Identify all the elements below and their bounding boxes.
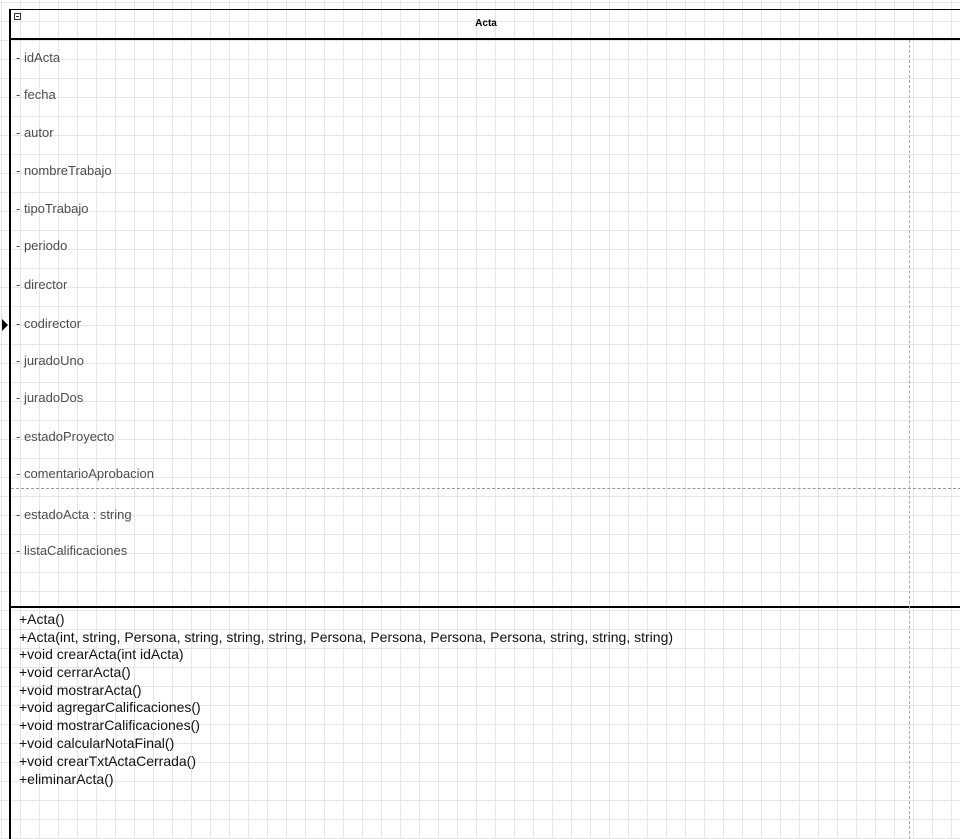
- method-item[interactable]: +void mostrarActa(): [19, 682, 142, 698]
- attribute-item[interactable]: - nombreTrabajo: [16, 163, 112, 178]
- method-item[interactable]: +void agregarCalificaciones(): [19, 699, 201, 715]
- attribute-item[interactable]: - juradoUno: [16, 353, 84, 368]
- attribute-item[interactable]: - periodo: [16, 238, 67, 253]
- method-item[interactable]: +void crearActa(int idActa): [19, 646, 184, 662]
- attribute-item[interactable]: - codirector: [16, 316, 81, 331]
- connection-marker-icon: [2, 319, 8, 331]
- method-item[interactable]: +eliminarActa(): [19, 771, 114, 787]
- class-name: Acta: [475, 18, 497, 29]
- methods-compartment[interactable]: +Acta() +Acta(int, string, Persona, stri…: [11, 608, 960, 839]
- method-item[interactable]: +void mostrarCalificaciones(): [19, 717, 200, 733]
- attribute-item[interactable]: - listaCalificaciones: [16, 543, 127, 558]
- method-item[interactable]: +void crearTxtActaCerrada(): [19, 753, 196, 769]
- attribute-divider: [11, 488, 960, 489]
- uml-class-acta[interactable]: Acta - idActa - fecha - autor - nombreTr…: [9, 9, 960, 839]
- attribute-item[interactable]: - juradoDos: [16, 390, 83, 405]
- class-header[interactable]: Acta: [11, 10, 960, 40]
- attributes-compartment[interactable]: - idActa - fecha - autor - nombreTrabajo…: [11, 40, 960, 608]
- attribute-item[interactable]: - estadoActa : string: [16, 507, 132, 522]
- method-item[interactable]: +Acta(): [19, 611, 65, 627]
- attribute-item[interactable]: - idActa: [16, 50, 60, 65]
- attribute-item[interactable]: - fecha: [16, 87, 56, 102]
- attribute-item[interactable]: - tipoTrabajo: [16, 201, 89, 216]
- attribute-item[interactable]: - comentarioAprobacion: [16, 466, 154, 481]
- attribute-item[interactable]: - director: [16, 277, 67, 292]
- method-item[interactable]: +void calcularNotaFinal(): [19, 735, 174, 751]
- attribute-item[interactable]: - estadoProyecto: [16, 429, 114, 444]
- attribute-item[interactable]: - autor: [16, 125, 54, 140]
- method-item[interactable]: +void cerrarActa(): [19, 664, 131, 680]
- method-item[interactable]: +Acta(int, string, Persona, string, stri…: [19, 629, 673, 645]
